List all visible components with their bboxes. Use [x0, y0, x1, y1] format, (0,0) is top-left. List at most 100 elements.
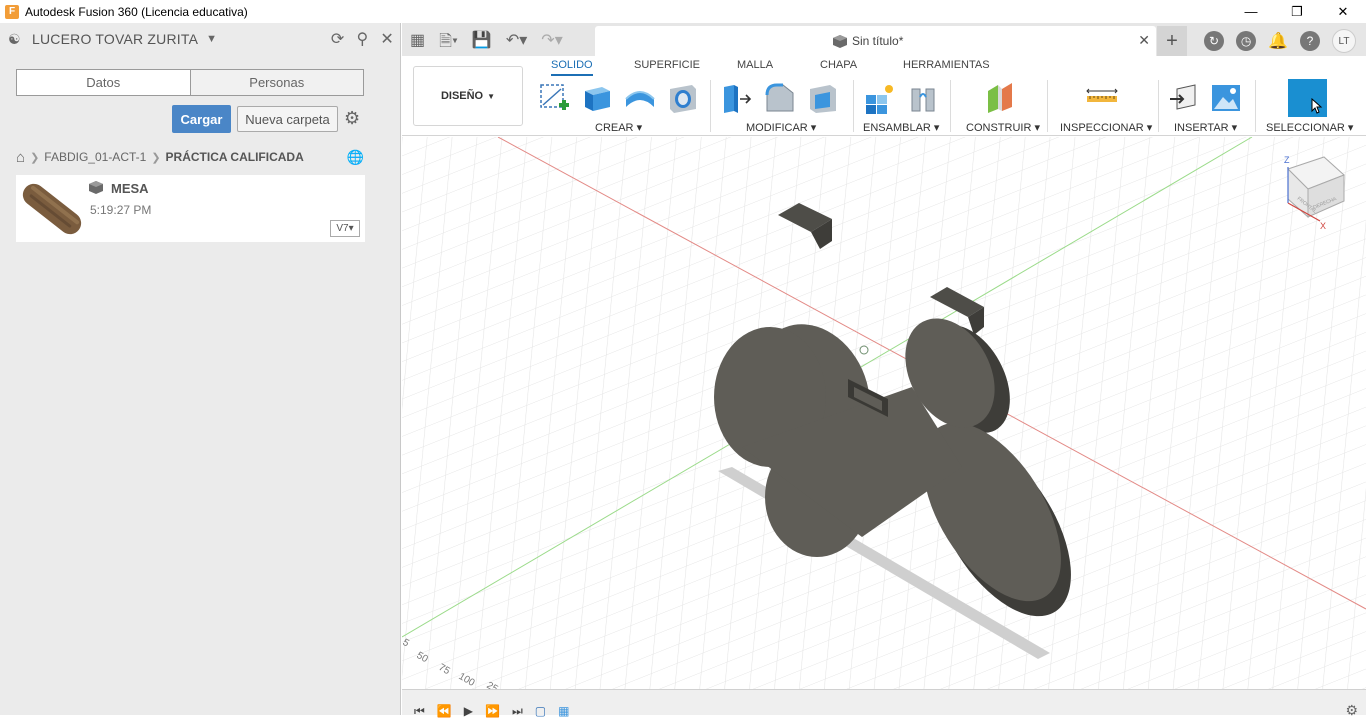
- chevron-down-icon[interactable]: ▼: [206, 33, 217, 45]
- home-icon[interactable]: ⌂: [16, 149, 25, 166]
- insert-derive-icon[interactable]: [1167, 81, 1201, 115]
- step-back-icon[interactable]: ⏪: [437, 704, 452, 719]
- group-seleccionar[interactable]: SELECCIONAR ▾: [1266, 121, 1353, 134]
- canvas-graphics[interactable]: FRONTAL DERECHA Z X 5 50 75 100 25: [402, 137, 1366, 689]
- user-hub-name[interactable]: LUCERO TOVAR ZURITA: [32, 31, 198, 47]
- team-icon: ☯: [8, 30, 21, 47]
- refresh-icon[interactable]: ⟳: [331, 29, 345, 49]
- search-icon[interactable]: ⚲: [356, 29, 368, 49]
- document-tab[interactable]: Sin título* ✕: [595, 26, 1156, 56]
- divider: [1158, 80, 1159, 132]
- avatar[interactable]: LT: [1332, 29, 1356, 53]
- insert-canvas-icon[interactable]: [1209, 81, 1243, 115]
- document-tab-bar: ▦ 🗎▾ 💾 ↶▾ ↷▾ Sin título* ✕ + ↻ ◷ 🔔 ? LT: [402, 23, 1366, 56]
- apps-grid-icon[interactable]: ▦: [410, 30, 425, 57]
- press-pull-icon[interactable]: [720, 81, 754, 115]
- gear-icon[interactable]: ⚙: [344, 108, 360, 129]
- go-to-end-icon[interactable]: ⏭: [512, 704, 523, 719]
- document-title: Sin título*: [852, 34, 904, 48]
- file-card[interactable]: MESA 5:19:27 PM V7 ▾: [16, 175, 365, 242]
- restore-button[interactable]: ❐: [1274, 0, 1320, 23]
- help-icon[interactable]: ?: [1300, 31, 1320, 51]
- version-dropdown[interactable]: V7 ▾: [330, 220, 360, 237]
- divider: [853, 80, 854, 132]
- breadcrumb-separator: ❯: [30, 151, 40, 164]
- window-title: Autodesk Fusion 360 (Licencia educativa): [25, 4, 248, 19]
- tab-solido[interactable]: SOLIDO: [551, 59, 593, 76]
- upload-button[interactable]: Cargar: [172, 105, 231, 133]
- job-status-icon[interactable]: ◷: [1236, 31, 1257, 51]
- redo-icon[interactable]: ↷▾: [541, 30, 562, 57]
- new-tab-button[interactable]: +: [1157, 26, 1187, 56]
- group-modificar[interactable]: MODIFICAR ▾: [746, 121, 816, 134]
- hole-icon[interactable]: [666, 81, 700, 115]
- file-timestamp: 5:19:27 PM: [90, 203, 152, 217]
- tab-datos[interactable]: Datos: [17, 70, 190, 95]
- offset-plane-icon[interactable]: [984, 81, 1018, 115]
- tab-superficie[interactable]: SUPERFICIE: [634, 59, 700, 71]
- extensions-icon[interactable]: ↻: [1204, 31, 1225, 51]
- version-label: V7: [336, 223, 349, 234]
- create-sketch-icon[interactable]: [537, 81, 571, 115]
- notifications-bell-icon[interactable]: 🔔: [1268, 31, 1288, 51]
- workspace-label: DISEÑO: [440, 90, 484, 102]
- minimize-button[interactable]: —: [1228, 0, 1274, 23]
- fusion-app-icon: F: [5, 4, 19, 19]
- save-icon[interactable]: 💾: [472, 30, 492, 57]
- revolve-icon[interactable]: [623, 81, 657, 115]
- tab-malla[interactable]: MALLA: [737, 59, 773, 71]
- chevron-down-icon: ▼: [487, 91, 496, 101]
- group-crear[interactable]: CREAR ▾: [595, 121, 642, 134]
- extrude-icon[interactable]: [580, 81, 614, 115]
- design-toolbar: DISEÑO ▼ SOLIDO SUPERFICIE MALLA CHAPA H…: [402, 56, 1366, 136]
- globe-visibility-icon[interactable]: 🌐: [347, 149, 364, 166]
- timeline-settings-gear-icon[interactable]: ⚙: [1345, 702, 1358, 719]
- shell-icon[interactable]: [806, 81, 840, 115]
- data-panel-tabs: Datos Personas: [16, 69, 364, 96]
- group-inspeccionar-label: INSPECCIONAR: [1060, 122, 1144, 134]
- workspace-switcher[interactable]: DISEÑO ▼: [413, 66, 523, 126]
- group-crear-label: CREAR: [595, 122, 634, 134]
- sketch-feature-icon[interactable]: ▢: [535, 704, 546, 719]
- timeline-bar: ⏮ ⏪ ▶ ⏩ ⏭ ▢ ▦ ⚙: [402, 689, 1366, 718]
- group-ensamblar-label: ENSAMBLAR: [863, 122, 931, 134]
- new-folder-button[interactable]: Nueva carpeta: [237, 106, 338, 132]
- group-ensamblar[interactable]: ENSAMBLAR ▾: [863, 121, 939, 134]
- timeline-controls: ⏮ ⏪ ▶ ⏩ ⏭ ▢ ▦: [414, 704, 569, 719]
- file-name: MESA: [111, 181, 149, 196]
- data-panel-header: ☯ LUCERO TOVAR ZURITA ▼ ⟳ ⚲ ✕: [0, 23, 400, 55]
- extrude-feature-icon[interactable]: ▦: [558, 704, 569, 719]
- canvas-viewport[interactable]: FRONTAL DERECHA Z X 5 50 75 100 25: [402, 137, 1366, 689]
- tab-chapa[interactable]: CHAPA: [820, 59, 857, 71]
- fillet-icon[interactable]: [763, 81, 797, 115]
- axis-x-label: X: [1320, 221, 1326, 231]
- group-modificar-label: MODIFICAR: [746, 122, 808, 134]
- breadcrumb-separator: ❯: [151, 151, 161, 164]
- breadcrumb: ⌂ ❯ FABDIG_01-ACT-1 ❯ PRÁCTICA CALIFICAD…: [16, 147, 364, 167]
- measure-icon[interactable]: [1085, 81, 1119, 115]
- window-titlebar: F Autodesk Fusion 360 (Licencia educativ…: [0, 0, 1366, 23]
- group-inspeccionar[interactable]: INSPECCIONAR ▾: [1060, 121, 1152, 134]
- breadcrumb-project[interactable]: FABDIG_01-ACT-1: [44, 150, 146, 164]
- close-window-button[interactable]: ✕: [1320, 0, 1366, 23]
- divider: [1255, 80, 1256, 132]
- data-panel: ☯ LUCERO TOVAR ZURITA ▼ ⟳ ⚲ ✕ Datos Pers…: [0, 23, 401, 715]
- group-construir-label: CONSTRUIR: [966, 122, 1032, 134]
- tab-herramientas[interactable]: HERRAMIENTAS: [903, 59, 990, 71]
- step-forward-icon[interactable]: ⏩: [485, 704, 500, 719]
- design-file-icon: [833, 34, 847, 48]
- undo-icon[interactable]: ↶▾: [506, 30, 527, 57]
- play-icon[interactable]: ▶: [464, 704, 473, 719]
- go-to-start-icon[interactable]: ⏮: [414, 704, 425, 719]
- joint-icon[interactable]: [906, 81, 940, 115]
- window-controls: — ❐ ✕: [1228, 0, 1366, 23]
- tab-personas[interactable]: Personas: [189, 70, 363, 95]
- close-tab-icon[interactable]: ✕: [1138, 32, 1150, 49]
- divider: [710, 80, 711, 132]
- close-icon[interactable]: ✕: [380, 29, 394, 49]
- group-insertar[interactable]: INSERTAR ▾: [1174, 121, 1237, 134]
- new-component-icon[interactable]: [863, 81, 897, 115]
- tab-bar-right-icons: ↻ ◷ 🔔 ? LT: [1204, 29, 1356, 53]
- file-menu-icon[interactable]: 🗎▾: [439, 30, 458, 57]
- group-construir[interactable]: CONSTRUIR ▾: [966, 121, 1040, 134]
